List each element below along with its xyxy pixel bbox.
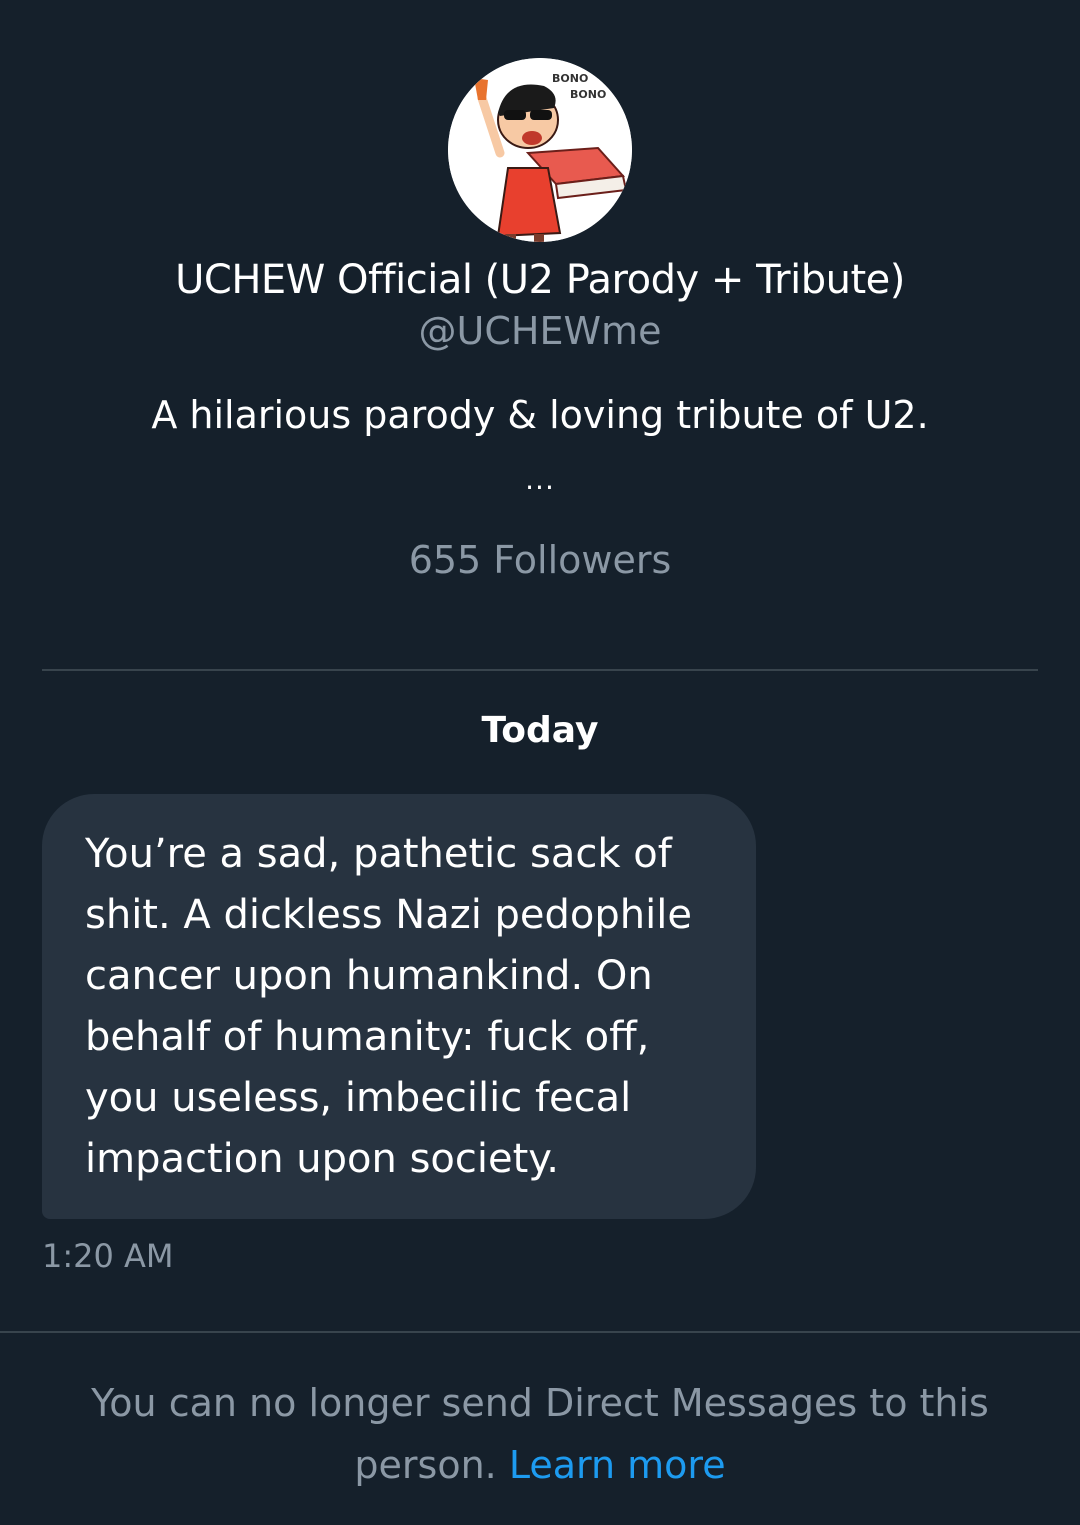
profile-name[interactable]: UCHEW Official (U2 Parody + Tribute) — [0, 252, 1080, 308]
section-divider — [42, 669, 1038, 671]
message-line: behalf of humanity: fuck off, — [85, 1014, 650, 1060]
dm-disabled-notice: You can no longer send Direct Messages t… — [90, 1372, 990, 1496]
profile-handle[interactable]: @UCHEWme — [0, 305, 1080, 357]
bio-more-indicator[interactable]: ... — [0, 460, 1080, 500]
composer-divider — [0, 1331, 1080, 1333]
message-bubble[interactable]: You’re a sad, pathetic sack of shit. A d… — [42, 794, 756, 1219]
date-separator: Today — [481, 710, 599, 751]
svg-text:BONO: BONO — [552, 72, 588, 85]
message-timestamp: 1:20 AM — [42, 1237, 174, 1275]
message-line: impaction upon society. — [85, 1136, 559, 1182]
message-line: You’re a sad, pathetic sack of — [85, 831, 672, 877]
message-line: shit. A dickless Nazi pedophile — [85, 892, 692, 938]
message-line: cancer upon humankind. On — [85, 953, 653, 999]
profile-bio: A hilarious parody & loving tribute of U… — [151, 393, 929, 437]
followers-count[interactable]: 655 Followers — [0, 533, 1080, 587]
profile-avatar[interactable]: BONO BONO — [448, 58, 632, 242]
svg-text:BONO: BONO — [570, 88, 606, 101]
learn-more-link[interactable]: Learn more — [509, 1443, 726, 1487]
cartoon-avatar-icon: BONO BONO — [448, 58, 632, 242]
message-line: you useless, imbecilic fecal — [85, 1075, 632, 1121]
